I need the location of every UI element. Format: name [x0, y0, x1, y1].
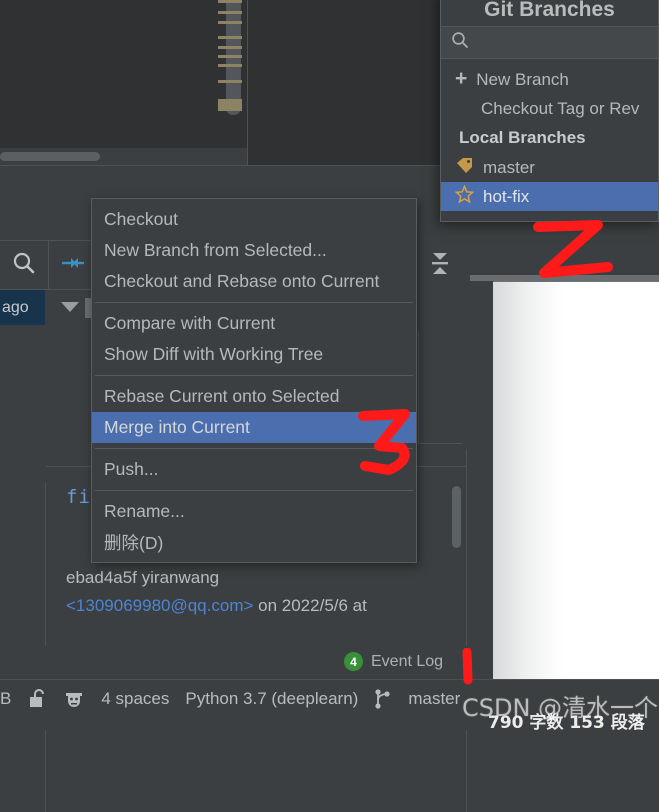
git-row-label: hot-fix: [483, 186, 530, 206]
vcs-right-divider: [466, 449, 467, 812]
lock-open-icon[interactable]: [27, 688, 47, 710]
menu-separator: [95, 375, 413, 376]
white-panel-gradient: [493, 282, 563, 679]
menu-item-checkout-and-rebase-onto-current[interactable]: Checkout and Rebase onto Current: [92, 266, 416, 297]
menu-item-rename[interactable]: Rename...: [92, 496, 416, 527]
menu-separator: [95, 448, 413, 449]
star-icon: [454, 183, 475, 209]
status-branch-label[interactable]: master: [408, 689, 460, 709]
git-branches-title: Git Branches: [441, 0, 658, 26]
menu-separator: [95, 490, 413, 491]
menu-item-new-branch-from-selected[interactable]: New Branch from Selected...: [92, 235, 416, 266]
hacker-icon[interactable]: [63, 688, 85, 710]
git-branches-popup: Git Branches + New Branch Checkout Tag o…: [440, 0, 659, 222]
search-icon: [451, 31, 469, 54]
commit-email-line: <1309069980@qq.com> on 2022/5/6 at: [66, 596, 367, 616]
watermark-stats: 790 字数 153 段落: [488, 713, 645, 733]
git-row-hot-fix[interactable]: hot-fix: [441, 182, 658, 211]
git-row-new-branch[interactable]: + New Branch: [441, 65, 658, 94]
git-branches-search[interactable]: [441, 26, 658, 59]
menu-item-show-diff-with-working-tree[interactable]: Show Diff with Working Tree: [92, 339, 416, 370]
git-row-master[interactable]: master: [441, 153, 658, 182]
menu-item-checkout[interactable]: Checkout: [92, 204, 416, 235]
sort-arrow-icon[interactable]: [61, 302, 79, 312]
vcs-collapse-button[interactable]: [49, 240, 97, 290]
vcs-selected-commit-row[interactable]: ago: [0, 290, 45, 325]
git-row-checkout-tag-or-rev[interactable]: Checkout Tag or Rev: [441, 94, 658, 123]
editor-h-scroll-thumb[interactable]: [0, 152, 100, 161]
commit-date: on 2022/5/6 at: [253, 596, 367, 615]
menu-item-compare-with-current[interactable]: Compare with Current: [92, 308, 416, 339]
collapse-all-icon: [432, 253, 448, 274]
column-indicator[interactable]: B: [0, 689, 11, 709]
git-branch-icon: [374, 688, 392, 710]
menu-item-delete[interactable]: 删除(D): [92, 527, 416, 558]
editor-scrollbar[interactable]: [218, 0, 242, 115]
menu-item-push[interactable]: Push...: [92, 454, 416, 485]
git-section-local-branches: Local Branches: [441, 123, 658, 153]
vcs-side-toolbar: [418, 332, 462, 444]
git-branches-list: + New Branch Checkout Tag or Rev Local B…: [441, 59, 658, 221]
git-branches-search-input[interactable]: [477, 32, 641, 53]
event-log-button[interactable]: 4 Event Log: [344, 652, 443, 671]
status-bar-items: B 4 spaces Python 3.7 (deeplearn) master: [0, 688, 476, 710]
tag-icon: [455, 156, 474, 180]
commit-email[interactable]: <1309069980@qq.com>: [66, 596, 253, 615]
indent-setting[interactable]: 4 spaces: [101, 689, 169, 709]
menu-separator: [95, 302, 413, 303]
editor-right-pane[interactable]: [248, 0, 439, 165]
commit-time-label: ago: [2, 298, 29, 316]
ide-root: ago fi ebad4a5f yiranwang <1309069980@qq…: [0, 0, 659, 812]
git-row-label: New Branch: [476, 69, 569, 89]
code-fragment: fi: [66, 486, 91, 508]
git-row-label: Checkout Tag or Rev: [481, 98, 640, 118]
vcs-search-button[interactable]: [0, 240, 49, 290]
search-icon: [11, 250, 37, 281]
editor-left-pane[interactable]: [0, 0, 248, 165]
interpreter-setting[interactable]: Python 3.7 (deeplearn): [185, 689, 358, 709]
detail-scrollbar[interactable]: [452, 486, 461, 548]
plus-icon: +: [455, 67, 468, 90]
branch-context-menu: Checkout New Branch from Selected... Che…: [91, 198, 417, 563]
menu-item-merge-into-current[interactable]: Merge into Current: [92, 412, 416, 443]
git-row-label: master: [483, 157, 535, 177]
menu-item-rebase-current-onto-selected[interactable]: Rebase Current onto Selected: [92, 381, 416, 412]
commit-author: ebad4a5f yiranwang: [66, 568, 220, 587]
collapse-all-button[interactable]: [428, 248, 452, 283]
git-section-label: Local Branches: [459, 128, 586, 147]
event-log-badge: 4: [344, 652, 363, 671]
event-log-label: Event Log: [371, 652, 444, 670]
collapse-selection-icon: [60, 250, 86, 281]
